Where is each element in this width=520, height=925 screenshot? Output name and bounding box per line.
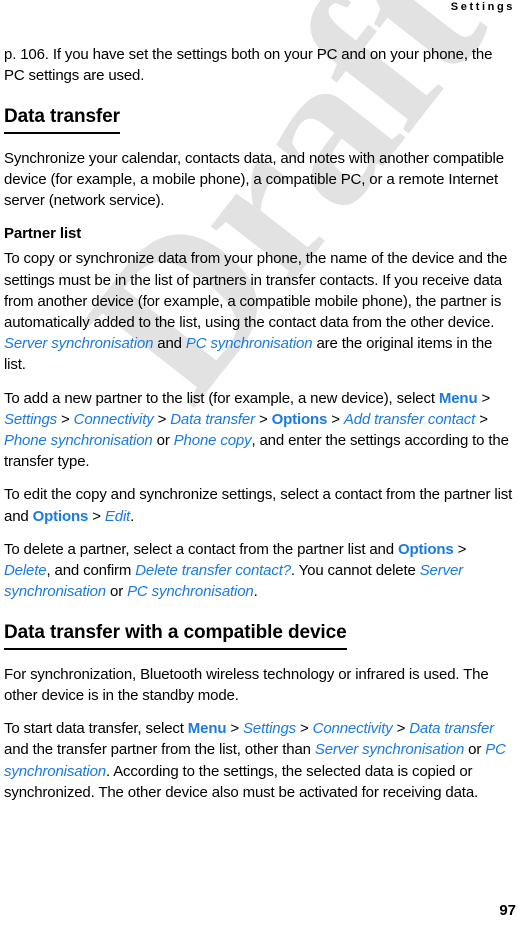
ui-ref-delete: Delete (4, 562, 47, 580)
path-separator: > (254, 410, 272, 428)
running-head: Settings (450, 1, 515, 13)
intro-text: p. 106. If you have set the settings bot… (4, 46, 493, 85)
data-transfer-intro-text: Synchronize your calendar, contacts data… (4, 149, 504, 210)
ui-ref-server-synchronisation: Server synchronisation (314, 741, 465, 759)
delete-partner-paragraph: To delete a partner, select a contact fr… (4, 539, 516, 603)
path-separator: > (475, 410, 488, 428)
delete-partner-text-3: . You cannot delete (290, 562, 420, 580)
start-transfer-text-1: To start data transfer, select (4, 720, 188, 738)
add-partner-paragraph: To add a new partner to the list (for ex… (4, 388, 516, 473)
partner-list-text-2: and (153, 335, 186, 353)
start-transfer-text-2: and the transfer partner from the list, … (4, 741, 315, 759)
path-separator: > (153, 410, 171, 428)
path-separator: > (57, 410, 74, 428)
ui-ref-connectivity: Connectivity (312, 720, 393, 738)
path-separator: > (88, 507, 105, 525)
ui-ref-add-transfer-contact: Add transfer contact (343, 410, 476, 428)
path-separator: > (327, 410, 344, 428)
path-separator: > (296, 720, 313, 738)
delete-partner-text-1: To delete a partner, select a contact fr… (4, 540, 398, 558)
sub-heading-partner-list: Partner list (4, 225, 82, 243)
partner-list-text-1: To copy or synchronize data from your ph… (4, 250, 508, 332)
page-number: 97 (499, 902, 516, 919)
ui-key-menu: Menu (187, 720, 227, 738)
ui-key-options: Options (397, 540, 454, 558)
edit-partner-paragraph: To edit the copy and synchronize setting… (4, 484, 516, 526)
delete-partner-text-2: , and confirm (46, 562, 136, 580)
ui-key-options: Options (271, 410, 328, 428)
start-transfer-paragraph: To start data transfer, select Menu > Se… (4, 718, 516, 803)
document-page: Settings p. 106. If you have set the set… (0, 0, 520, 925)
ui-ref-edit: Edit (104, 507, 131, 525)
ui-ref-pc-synchronisation: PC synchronisation (185, 335, 313, 353)
section-heading-wrap-compatible-device: Data transfer with a compatible device (4, 622, 516, 655)
compatible-device-intro-text: For synchronization, Bluetooth wireless … (4, 665, 489, 705)
ui-ref-server-synchronisation: Server synchronisation (4, 335, 154, 353)
path-separator: > (453, 540, 467, 558)
section-heading-data-transfer-compatible-device: Data transfer with a compatible device (4, 622, 347, 650)
ui-ref-settings: Settings (4, 410, 57, 428)
delete-partner-text-5: . (253, 583, 258, 601)
path-separator: > (477, 389, 491, 407)
ui-ref-data-transfer: Data transfer (409, 720, 494, 738)
compatible-device-intro-paragraph: For synchronization, Bluetooth wireless … (4, 664, 516, 706)
start-transfer-text-3: or (464, 741, 486, 759)
add-partner-text-2: or (152, 432, 174, 450)
path-separator: > (392, 720, 410, 738)
section-heading-data-transfer: Data transfer (4, 106, 120, 134)
partner-list-paragraph: To copy or synchronize data from your ph… (4, 248, 516, 375)
ui-ref-data-transfer: Data transfer (170, 410, 255, 428)
ui-key-menu: Menu (438, 389, 478, 407)
ui-ref-settings: Settings (243, 720, 297, 738)
add-partner-text-1: To add a new partner to the list (for ex… (4, 389, 439, 407)
ui-ref-phone-copy: Phone copy (173, 432, 252, 450)
ui-ref-phone-synchronisation: Phone synchronisation (4, 432, 153, 450)
ui-ref-delete-transfer-contact-prompt: Delete transfer contact? (135, 562, 291, 580)
ui-key-options: Options (32, 507, 89, 525)
delete-partner-text-4: or (105, 583, 128, 601)
section-heading-wrap-data-transfer: Data transfer (4, 106, 516, 139)
intro-paragraph: p. 106. If you have set the settings bot… (4, 44, 516, 86)
ui-ref-pc-synchronisation: PC synchronisation (127, 583, 254, 601)
ui-ref-connectivity: Connectivity (73, 410, 154, 428)
data-transfer-intro-paragraph: Synchronize your calendar, contacts data… (4, 148, 516, 212)
edit-partner-text-2: . (130, 507, 135, 525)
path-separator: > (226, 720, 244, 738)
